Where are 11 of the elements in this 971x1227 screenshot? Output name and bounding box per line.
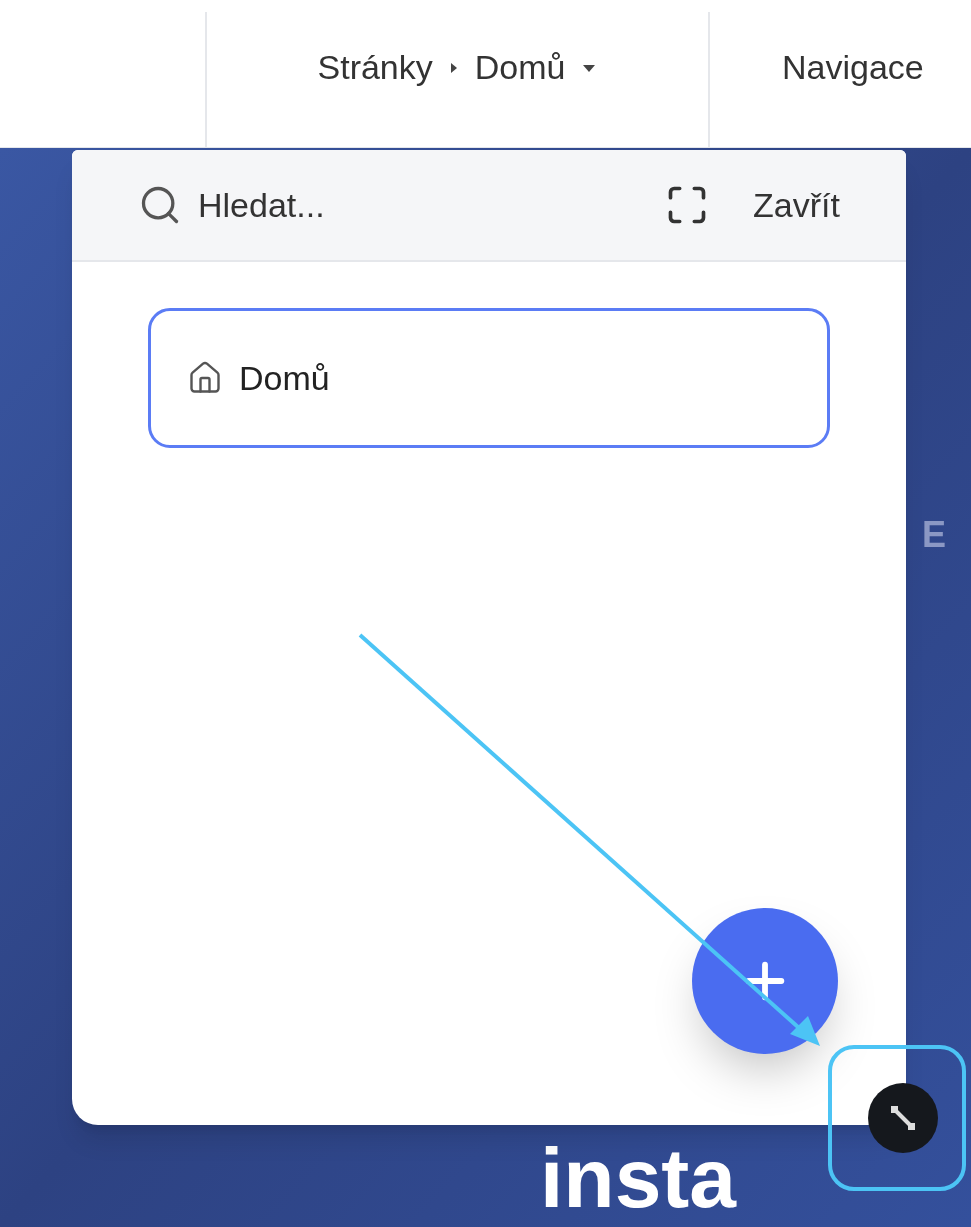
diagonal-resize-icon [888, 1103, 918, 1133]
nav-item[interactable]: Domů [148, 308, 830, 448]
nav-label[interactable]: Navigace [782, 42, 924, 93]
dropdown-caret-icon[interactable] [581, 62, 598, 73]
background-heading: insta [540, 1136, 737, 1220]
breadcrumb-separator-icon [448, 60, 459, 75]
home-icon [187, 360, 223, 396]
breadcrumb-link[interactable]: Stránky [317, 42, 433, 93]
background-letter: E [922, 513, 946, 557]
breadcrumb-link[interactable]: Domů [474, 42, 566, 93]
close-button[interactable]: Zavřít [753, 179, 840, 231]
